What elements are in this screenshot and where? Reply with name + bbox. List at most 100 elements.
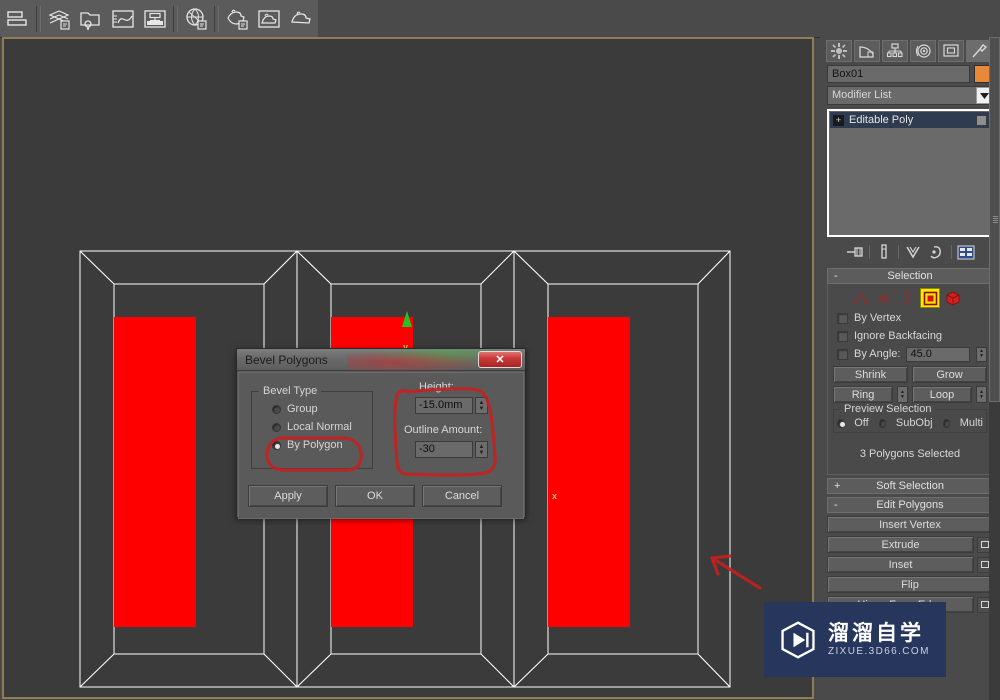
material-editor-icon[interactable] xyxy=(181,4,211,34)
rollout-toggle-icon[interactable]: - xyxy=(834,498,838,512)
command-panel-scrollbar[interactable] xyxy=(989,37,1000,700)
soft-selection-rollout-title: Soft Selection xyxy=(876,480,944,492)
curve-editor-icon[interactable] xyxy=(108,4,138,34)
align-icon[interactable] xyxy=(3,4,33,34)
by-angle-stepper[interactable]: ▲ ▼ xyxy=(976,346,987,362)
height-spinner[interactable]: -15.0mm ▲ ▼ xyxy=(415,397,488,414)
by-angle-checkbox[interactable] xyxy=(837,348,848,360)
height-label: Height: xyxy=(419,381,454,393)
preview-selection-group: Preview Selection Off SubObj Multi xyxy=(833,403,987,433)
radio-icon[interactable] xyxy=(272,422,281,432)
bevel-polygons-dialog[interactable]: Bevel Polygons ✕ Bevel Type Group Local … xyxy=(236,348,526,519)
by-vertex-checkbox[interactable] xyxy=(837,312,848,324)
edit-poly-row-extrude: Extrude xyxy=(827,536,993,553)
hierarchy-tab[interactable] xyxy=(882,40,908,62)
create-tab[interactable] xyxy=(826,40,852,62)
preview-off-radio[interactable] xyxy=(837,418,846,428)
bevel-type-option-group[interactable]: Group xyxy=(272,403,318,415)
show-end-result-icon[interactable] xyxy=(874,243,894,261)
loop-stepper[interactable]: ▲ ▼ xyxy=(976,386,987,403)
expand-icon[interactable]: + xyxy=(833,114,844,126)
object-name-field[interactable]: Box01 xyxy=(827,65,970,83)
cancel-button[interactable]: Cancel xyxy=(422,485,502,507)
outline-amount-stepper[interactable]: ▲ ▼ xyxy=(475,441,488,458)
radio-icon[interactable] xyxy=(272,404,281,414)
bevel-type-label-group: Group xyxy=(287,403,318,415)
height-stepper[interactable]: ▲ ▼ xyxy=(475,397,488,414)
shrink-button[interactable]: Shrink xyxy=(833,366,908,383)
insert-vertex-button[interactable]: Insert Vertex xyxy=(827,516,993,533)
schematic-view-icon[interactable] xyxy=(140,4,170,34)
by-vertex-label: By Vertex xyxy=(854,312,902,324)
dialog-title-bar[interactable]: Bevel Polygons ✕ xyxy=(237,349,525,371)
edge-subobject-button[interactable] xyxy=(874,288,894,308)
modifier-stack[interactable]: + Editable Poly xyxy=(827,109,993,237)
render-production-icon[interactable] xyxy=(286,4,316,34)
selection-rollout-header[interactable]: - Selection xyxy=(827,268,993,284)
element-subobject-button[interactable] xyxy=(943,288,963,308)
object-name-row: Box01 xyxy=(820,63,1000,83)
edit-polygons-rollout-header[interactable]: - Edit Polygons xyxy=(827,497,993,513)
scrollbar-thumb[interactable] xyxy=(989,37,1000,402)
open-folder-key-icon[interactable] xyxy=(76,4,106,34)
grow-button[interactable]: Grow xyxy=(912,366,987,383)
bevel-type-label-local-normal: Local Normal xyxy=(287,421,352,433)
ok-button[interactable]: OK xyxy=(335,485,415,507)
rendered-frame-window-icon[interactable] xyxy=(254,4,284,34)
preview-multi-radio[interactable] xyxy=(942,418,950,428)
inset-button[interactable]: Inset xyxy=(827,556,974,573)
ignore-backfacing-checkbox[interactable] xyxy=(837,330,848,342)
app-window: y x Bevel Polygons ✕ Bevel Type Group Lo… xyxy=(0,0,1000,700)
render-setup-icon[interactable] xyxy=(222,4,252,34)
rollout-toggle-icon[interactable]: + xyxy=(834,479,840,493)
outline-amount-label: Outline Amount: xyxy=(404,424,483,436)
make-unique-icon[interactable] xyxy=(903,243,923,261)
stack-item-editable-poly[interactable]: + Editable Poly xyxy=(830,112,990,128)
preview-subobj-label: SubObj xyxy=(895,417,933,429)
extrude-button[interactable]: Extrude xyxy=(827,536,974,553)
loop-button[interactable]: Loop xyxy=(912,386,972,403)
flip-button[interactable]: Flip xyxy=(827,576,993,593)
command-panel: Box01 Modifier List + Editable Poly - Se… xyxy=(820,37,1000,700)
rollout-toggle-icon[interactable]: - xyxy=(834,269,838,283)
soft-selection-rollout-header[interactable]: + Soft Selection xyxy=(827,478,993,494)
stack-item-label: Editable Poly xyxy=(849,114,914,126)
toolbar-separator xyxy=(897,245,899,259)
watermark-cn-text: 溜溜自学 xyxy=(828,620,924,645)
outline-amount-input[interactable]: -30 xyxy=(415,441,473,458)
by-vertex-row[interactable]: By Vertex xyxy=(833,309,987,327)
ring-button[interactable]: Ring xyxy=(833,386,893,403)
preview-subobj-radio[interactable] xyxy=(878,418,886,428)
polygon-subobject-button[interactable] xyxy=(920,288,940,308)
pin-stack-icon[interactable] xyxy=(845,243,865,261)
bevel-type-option-local-normal[interactable]: Local Normal xyxy=(272,421,352,433)
vertex-subobject-button[interactable] xyxy=(851,288,871,308)
ignore-backfacing-row[interactable]: Ignore Backfacing xyxy=(833,327,987,345)
stack-item-toggle[interactable] xyxy=(976,114,987,126)
watermark: 溜溜自学 ZIXUE.3D66.COM xyxy=(764,602,946,677)
apply-button[interactable]: Apply xyxy=(248,485,328,507)
by-angle-row[interactable]: By Angle: 45.0 ▲ ▼ xyxy=(833,345,987,363)
outline-amount-spinner[interactable]: -30 ▲ ▼ xyxy=(415,441,488,458)
remove-modifier-icon[interactable] xyxy=(927,243,947,261)
display-tab[interactable] xyxy=(938,40,964,62)
height-input[interactable]: -15.0mm xyxy=(415,397,473,414)
configure-modifier-sets-icon[interactable] xyxy=(956,243,976,261)
modifier-stack-toolbar xyxy=(820,239,1000,265)
bevel-type-option-by-polygon[interactable]: By Polygon xyxy=(272,439,343,451)
by-angle-input[interactable]: 45.0 xyxy=(906,346,970,362)
preview-multi-label: Multi xyxy=(959,417,983,429)
motion-tab[interactable] xyxy=(910,40,936,62)
close-icon[interactable]: ✕ xyxy=(478,351,522,368)
edit-poly-row-flip: Flip xyxy=(827,576,993,593)
ring-stepper[interactable]: ▲ ▼ xyxy=(897,386,908,403)
radio-icon-selected[interactable] xyxy=(272,440,281,450)
layer-manager-icon[interactable] xyxy=(44,4,74,34)
border-subobject-button[interactable] xyxy=(897,288,917,308)
shrink-grow-row: Shrink Grow xyxy=(833,366,987,383)
modify-tab[interactable] xyxy=(854,40,880,62)
toolbar-separator xyxy=(173,5,178,32)
ring-loop-row: Ring ▲ ▼ Loop ▲ ▼ xyxy=(833,386,987,403)
subobject-level-row xyxy=(833,287,987,309)
modifier-list-dropdown[interactable]: Modifier List xyxy=(827,86,994,105)
